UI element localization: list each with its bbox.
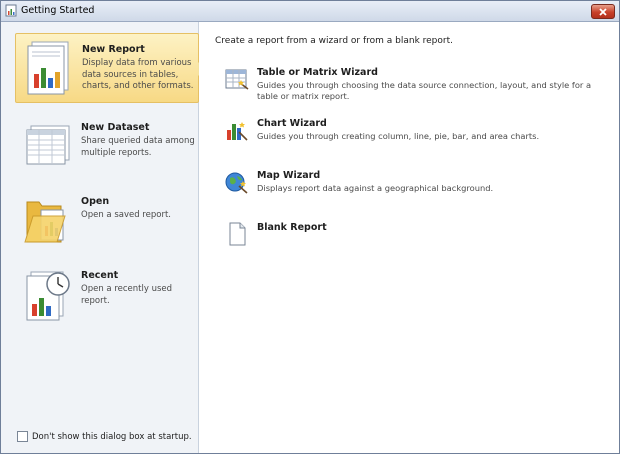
option-map-wizard[interactable]: Map Wizard Displays report data against …: [225, 170, 605, 198]
nav-item-description: Display data from various data sources i…: [82, 58, 194, 91]
nav-item-title: Open: [81, 196, 110, 207]
option-blank-report[interactable]: Blank Report: [225, 222, 605, 248]
intro-text: Create a report from a wizard or from a …: [215, 36, 453, 46]
recent-clock-icon: [26, 271, 70, 321]
option-title: Table or Matrix Wizard: [257, 67, 378, 78]
option-description: Displays report data against a geographi…: [257, 183, 494, 193]
report-builder-icon: [5, 4, 17, 17]
blank-report-icon: [229, 222, 246, 246]
option-title: Blank Report: [257, 222, 327, 233]
nav-item-recent[interactable]: Recent Open a recently used report.: [15, 260, 199, 330]
option-chart-wizard[interactable]: Chart Wizard Guides you through creating…: [225, 118, 605, 146]
nav-item-description: Share queried data among multiple report…: [81, 136, 195, 158]
getting-started-dialog: Getting Started New Report Display data …: [0, 0, 620, 454]
new-dataset-icon: [26, 125, 70, 165]
main-pane: Create a report from a wizard or from a …: [199, 22, 619, 453]
dont-show-row[interactable]: Don't show this dialog box at startup.: [17, 431, 192, 442]
nav-item-description: Open a recently used report.: [81, 284, 173, 306]
dont-show-checkbox[interactable]: [17, 431, 28, 442]
chart-wizard-icon: [227, 122, 248, 141]
option-title: Map Wizard: [257, 170, 321, 181]
nav-item-title: New Report: [82, 44, 145, 55]
nav-item-new-report[interactable]: New Report Display data from various dat…: [15, 33, 205, 103]
nav-item-new-dataset[interactable]: New Dataset Share queried data among mul…: [15, 112, 199, 182]
dont-show-label[interactable]: Don't show this dialog box at startup.: [32, 432, 192, 442]
option-table-matrix-wizard[interactable]: Table or Matrix Wizard Guides you throug…: [225, 67, 605, 101]
open-folder-icon: [24, 201, 66, 243]
navigation-pane: New Report Display data from various dat…: [1, 22, 205, 453]
title-bar: Getting Started: [1, 1, 619, 22]
nav-item-open[interactable]: Open Open a saved report.: [15, 186, 199, 256]
map-wizard-icon: [225, 172, 248, 194]
close-button[interactable]: [591, 4, 615, 19]
nav-item-title: Recent: [81, 270, 119, 281]
new-report-icon: [27, 41, 69, 95]
option-description: Guides you through creating column, line…: [257, 131, 540, 141]
option-description: Guides you through choosing the data sou…: [257, 80, 592, 101]
nav-item-description: Open a saved report.: [81, 210, 171, 220]
option-title: Chart Wizard: [257, 118, 327, 129]
table-wizard-icon: [225, 69, 249, 90]
nav-item-title: New Dataset: [81, 122, 150, 133]
window-title: Getting Started: [21, 5, 95, 16]
close-icon: [599, 7, 607, 16]
